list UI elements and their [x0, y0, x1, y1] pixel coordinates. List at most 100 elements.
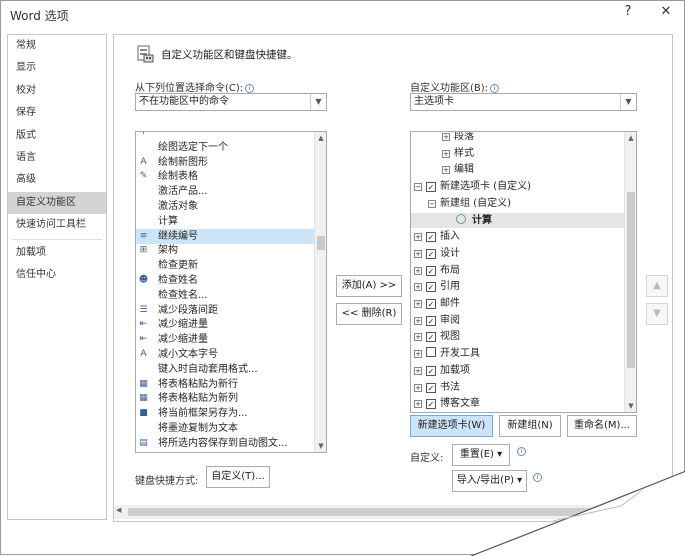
ribbon-tree-item[interactable]: − ✓ 新建选项卡 (自定义)	[411, 179, 625, 194]
move-down-button[interactable]: ▼	[646, 303, 668, 325]
expand-icon[interactable]: +	[414, 400, 422, 409]
expand-icon[interactable]: +	[442, 166, 450, 175]
new-tab-button[interactable]: 新建选项卡(W)	[410, 415, 493, 437]
collapse-icon[interactable]: −	[414, 183, 422, 192]
command-item[interactable]: 键入时自动套用格式...	[136, 362, 315, 377]
remove-button[interactable]: << 删除(R)	[336, 303, 402, 325]
ribbon-tree-label: 新建组 (自定义)	[440, 197, 511, 209]
command-item[interactable]: ☻ 检查姓名	[136, 273, 315, 288]
command-item[interactable]: ↑	[136, 132, 315, 140]
nav-item[interactable]: 信任中心	[8, 264, 106, 286]
checkbox[interactable]: ✓	[426, 315, 436, 326]
ribbon-tree-item[interactable]: + 编辑	[411, 162, 625, 177]
expand-icon[interactable]: +	[414, 366, 422, 375]
expand-icon[interactable]: +	[414, 266, 422, 275]
nav-item[interactable]: 快速访问工具栏	[8, 214, 106, 236]
command-item[interactable]: ✎ 绘制表格	[136, 169, 315, 184]
checkbox[interactable]: ✓	[426, 382, 436, 393]
expand-icon[interactable]: +	[414, 233, 422, 242]
command-item[interactable]: ▤ 将所选内容保存到自动图文...	[136, 436, 315, 451]
ribbon-tree-item[interactable]: + ✓ 插入	[411, 229, 625, 244]
nav-item[interactable]: 语言	[8, 147, 106, 169]
ribbon-tabs-dropdown[interactable]: 主选项卡 ▼	[410, 93, 637, 111]
expand-icon[interactable]: +	[414, 350, 422, 359]
checkbox[interactable]: ✓	[426, 399, 436, 410]
reset-button[interactable]: 重置(E) ▾	[452, 444, 510, 466]
command-item[interactable]: 计算	[136, 214, 315, 229]
expand-icon[interactable]: +	[414, 249, 422, 258]
command-item[interactable]: ⊞ 架构	[136, 243, 315, 258]
command-item[interactable]: 绘图选定下一个	[136, 140, 315, 155]
nav-item[interactable]: 显示	[8, 57, 106, 79]
ribbon-tree-item[interactable]: + ✓ 博客文章	[411, 396, 625, 411]
ribbon-tree-item[interactable]: + ✓ 引用	[411, 279, 625, 294]
command-item[interactable]: A 减小文本字号	[136, 347, 315, 362]
keyboard-customize-button[interactable]: 自定义(T)...	[206, 466, 270, 488]
expand-icon[interactable]: +	[442, 133, 450, 141]
command-label: 绘制新图形	[158, 156, 208, 168]
command-item[interactable]: ▦ 将表格粘贴为新列	[136, 391, 315, 406]
add-button[interactable]: 添加(A) >>	[336, 275, 402, 297]
checkbox[interactable]: ✓	[426, 282, 436, 293]
ribbon-tree-item[interactable]: + 开发工具	[411, 346, 625, 361]
command-item[interactable]: ▦ 将表格粘贴为新行	[136, 377, 315, 392]
command-item[interactable]: ⇤ 减少缩进量	[136, 332, 315, 347]
rename-button[interactable]: 重命名(M)...	[567, 415, 637, 437]
checkbox[interactable]: ✓	[426, 232, 436, 243]
command-item[interactable]: 检查更新	[136, 258, 315, 273]
command-item[interactable]: 激活对象	[136, 199, 315, 214]
checkbox[interactable]: ✓	[426, 265, 436, 276]
nav-item[interactable]: 自定义功能区	[8, 191, 106, 215]
command-label: 绘图选定下一个	[158, 141, 228, 153]
expand-icon[interactable]: +	[414, 333, 422, 342]
checkbox[interactable]: ✓	[426, 299, 436, 309]
command-item[interactable]: A 绘制新图形	[136, 155, 315, 170]
ribbon-tree-item[interactable]: + 段落	[411, 132, 625, 144]
commands-list[interactable]: ▤ 将所选内容保存到自动图文... 将墨迹复制为文本 ■ 将当前框架另存为... ▦ 将表格…	[135, 131, 327, 453]
nav-item[interactable]: 保存	[8, 102, 106, 124]
ribbon-tree-item[interactable]: + 样式	[411, 146, 625, 161]
nav-item[interactable]: 校对	[8, 80, 106, 102]
nav-item[interactable]: 常规	[8, 35, 106, 57]
checkbox[interactable]: ✓	[426, 365, 436, 376]
expand-icon[interactable]: +	[442, 149, 450, 158]
ribbon-tree-item[interactable]: + ✓ 视图	[411, 329, 625, 344]
expand-icon[interactable]: +	[414, 383, 422, 392]
nav-item[interactable]: 版式	[8, 125, 106, 147]
help-button[interactable]: ?	[618, 4, 638, 19]
checkbox[interactable]: ✓	[426, 332, 436, 343]
command-item[interactable]: ⇤ 减少缩进量	[136, 317, 315, 332]
command-item[interactable]: ☰ 减少段落间距	[136, 303, 315, 318]
nav-item[interactable]: 高级	[8, 169, 106, 191]
expand-icon[interactable]: +	[414, 283, 422, 292]
ribbon-tree[interactable]: + ✓ 博客文章 + ✓ 书法 + ✓ 加载项 + 开发工具 + ✓ 视图 + ✓ 审阅 + ✓ 邮件 + ✓ 引用 + ✓ 布局…	[410, 131, 637, 413]
ribbon-tree-item[interactable]: + ✓ 设计	[411, 246, 625, 261]
command-item[interactable]: 将墨迹复制为文本	[136, 421, 315, 436]
collapse-icon[interactable]: −	[428, 199, 436, 208]
checkbox[interactable]: ✓	[426, 248, 436, 259]
ribbon-tree-item[interactable]: + ✓ 书法	[411, 380, 625, 395]
ribbon-tree-item[interactable]: + ✓ 邮件	[411, 296, 625, 311]
ribbon-tree-scrollbar[interactable]: ▲ ▼	[624, 132, 636, 412]
nav-item[interactable]: 加载项	[8, 242, 106, 264]
ribbon-tree-item[interactable]: 计算	[411, 212, 625, 228]
expand-icon[interactable]: +	[414, 300, 422, 308]
ribbon-tree-item[interactable]: + ✓ 审阅	[411, 313, 625, 328]
close-button[interactable]: ✕	[656, 4, 676, 19]
commands-list-scrollbar[interactable]: ▲ ▼	[314, 132, 326, 452]
command-item[interactable]: 激活产品...	[136, 184, 315, 199]
commands-source-dropdown[interactable]: 不在功能区中的命令 ▼	[135, 93, 327, 111]
expand-icon[interactable]: +	[414, 316, 422, 325]
new-group-button[interactable]: 新建组(N)	[499, 415, 561, 437]
horizontal-scrollbar[interactable]: ◀	[114, 505, 672, 519]
move-up-button[interactable]: ▲	[646, 275, 668, 297]
import-export-button[interactable]: 导入/导出(P) ▾	[452, 470, 527, 492]
ribbon-tree-item[interactable]: − 新建组 (自定义)	[411, 196, 625, 211]
command-item[interactable]: ≡ 继续编号	[136, 228, 315, 244]
ribbon-tree-item[interactable]: + ✓ 布局	[411, 263, 625, 278]
checkbox[interactable]: ✓	[426, 182, 436, 193]
ribbon-tree-item[interactable]: + ✓ 加载项	[411, 363, 625, 378]
command-item[interactable]: 检查姓名...	[136, 288, 315, 303]
checkbox[interactable]	[426, 347, 436, 358]
command-item[interactable]: ■ 将当前框架另存为...	[136, 406, 315, 421]
